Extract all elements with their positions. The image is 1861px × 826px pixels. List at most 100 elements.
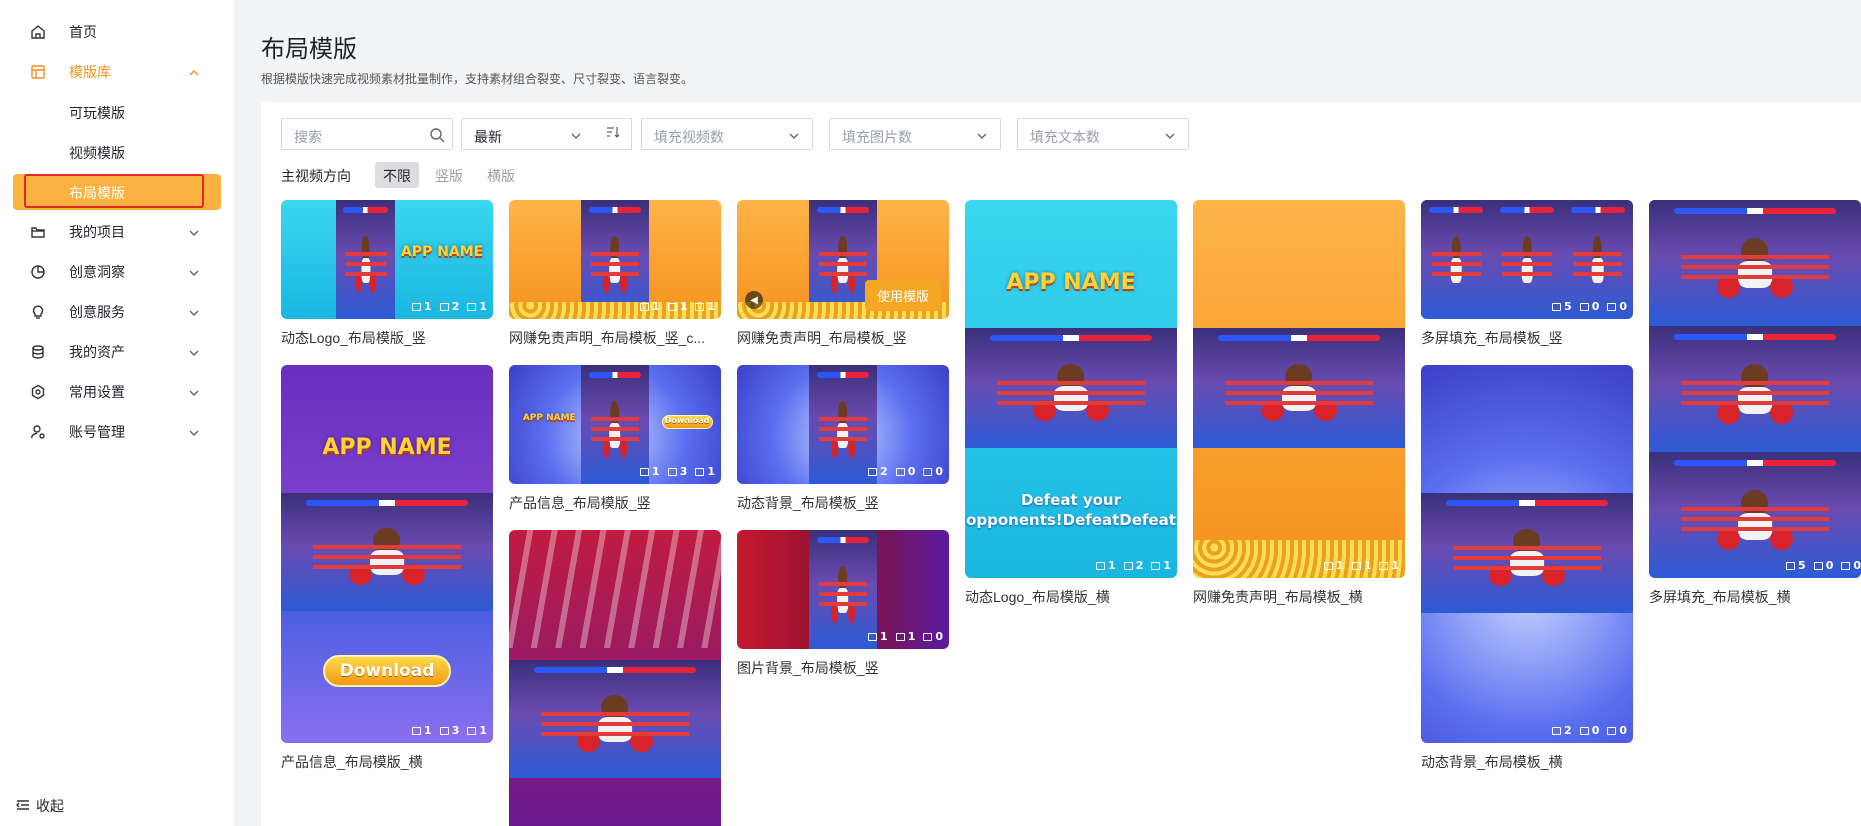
nav-item-label: 创意服务: [69, 304, 125, 320]
template-title: 网赚免责声明_布局模板_竖: [737, 330, 907, 346]
template-thumbnail: APP NAME Defeat your opponents!DefeatDef…: [965, 200, 1177, 578]
search-input[interactable]: 搜索: [281, 118, 453, 150]
template-stats: 2 0 0: [868, 465, 943, 478]
nav-item-creative-service[interactable]: 创意服务: [0, 292, 236, 332]
nav-item-label: 创意洞察: [69, 264, 125, 280]
mute-icon[interactable]: ◀: [745, 291, 763, 309]
video-count-select[interactable]: 填充视频数: [641, 118, 813, 150]
nav-item-my-projects[interactable]: 我的项目: [0, 212, 236, 252]
text-count: 1: [479, 724, 487, 737]
video-count: 5: [1798, 559, 1806, 572]
orientation-option-landscape[interactable]: 横版: [479, 162, 523, 188]
video-count: 2: [880, 465, 888, 478]
nav-item-label: 我的资产: [69, 344, 125, 360]
template-title: 动态背景_布局模板_横: [1421, 754, 1563, 770]
template-thumbnail: 1 1 1: [1193, 200, 1405, 578]
sort-icon: [605, 124, 621, 145]
search-placeholder: 搜索: [294, 129, 322, 145]
chevron-down-icon: [976, 129, 988, 141]
database-icon: [28, 342, 48, 362]
sort-select[interactable]: 最新: [461, 118, 595, 150]
video-count: 2: [1564, 724, 1572, 737]
image-count: 2: [1135, 559, 1144, 572]
user-settings-icon: [28, 422, 48, 442]
text-count: 0: [1619, 724, 1627, 737]
nav-item-template-library[interactable]: 模版库: [0, 52, 236, 92]
orientation-option-any[interactable]: 不限: [375, 162, 419, 188]
template-title: 动态Logo_布局模版_竖: [281, 330, 426, 346]
app-name-overlay: APP NAME: [400, 244, 484, 260]
image-count: 0: [1591, 300, 1600, 313]
download-overlay: Download: [323, 655, 451, 687]
video-count: 5: [1564, 300, 1572, 313]
text-count: 1: [707, 465, 715, 478]
video-count: 1: [880, 630, 888, 643]
template-title: 动态Logo_布局模版_横: [965, 589, 1110, 605]
template-stats: 1 3 1: [412, 724, 487, 737]
sub-item-layout-template[interactable]: 布局模版: [13, 174, 221, 210]
image-count: 0: [1591, 724, 1600, 737]
template-stats: 1 2 1: [1096, 559, 1171, 572]
template-thumbnail: APP NAME 1 2 1: [281, 200, 493, 319]
chevron-down-icon: [570, 129, 582, 141]
nav-item-label: 我的项目: [69, 224, 125, 240]
page-title: 布局模版: [261, 36, 357, 63]
image-count: 1: [679, 300, 688, 313]
image-count: 0: [1825, 559, 1834, 572]
chevron-down-icon: [188, 226, 200, 238]
nav-item-my-assets[interactable]: 我的资产: [0, 332, 236, 372]
chevron-down-icon: [1164, 129, 1176, 141]
nav-item-settings[interactable]: 常用设置: [0, 372, 236, 412]
lightbulb-icon: [28, 302, 48, 322]
text-count-select[interactable]: 填充文本数: [1017, 118, 1189, 150]
template-thumbnail: 1 1 0: [737, 530, 949, 649]
sort-order-button[interactable]: [594, 118, 632, 150]
template-title: 多屏填充_布局模板_竖: [1421, 330, 1563, 346]
nav-item-creative-insight[interactable]: 创意洞察: [0, 252, 236, 292]
nav-item-label: 账号管理: [69, 424, 125, 440]
sub-item-video-template[interactable]: 视频模版: [0, 132, 236, 170]
search-icon[interactable]: [428, 126, 446, 144]
image-count: 2: [451, 300, 460, 313]
folder-icon: [28, 222, 48, 242]
orientation-option-portrait[interactable]: 竖版: [427, 162, 471, 188]
video-count: 1: [424, 300, 432, 313]
text-count-placeholder: 填充文本数: [1030, 129, 1100, 145]
collapse-button[interactable]: 收起: [16, 796, 64, 816]
template-thumbnail: [509, 530, 721, 826]
nav-item-account[interactable]: 账号管理: [0, 412, 236, 452]
template-thumbnail: APP NAME Download 1 3 1: [509, 365, 721, 484]
template-stats: 1 1 1: [1324, 559, 1399, 572]
defeat-text-overlay: Defeat your opponents!DefeatDefeat: [966, 491, 1176, 529]
text-count: 1: [707, 300, 715, 313]
image-count: 1: [907, 630, 916, 643]
image-count-select[interactable]: 填充图片数: [829, 118, 1001, 150]
nav-item-label: 首页: [69, 24, 97, 40]
page-description: 根据模版快速完成视频素材批量制作，支持素材组合裂变、尺寸裂变、语言裂变。: [261, 72, 694, 86]
video-count: 1: [1336, 559, 1344, 572]
settings-icon: [28, 382, 48, 402]
chevron-down-icon: [188, 346, 200, 358]
nav-item-home[interactable]: 首页: [0, 12, 236, 52]
template-stats: 5 0 0: [1786, 559, 1861, 572]
template-thumbnail: 2 0 0: [1421, 365, 1633, 743]
sub-item-label: 可玩模版: [69, 105, 125, 121]
sidebar: 首页 模版库 可玩模版 视频模版 布局模版 我的项目 创意洞察 创意服务 我的资…: [0, 0, 236, 826]
template-stats: 1 1 0: [868, 630, 943, 643]
text-count: 1: [1163, 559, 1171, 572]
template-stats: 1 3 1: [640, 465, 715, 478]
template-thumbnail: 2 0 0: [737, 365, 949, 484]
orientation-label: 主视频方向: [281, 168, 351, 184]
use-template-button[interactable]: 使用模版: [864, 280, 941, 311]
sub-item-label: 布局模版: [69, 185, 125, 201]
image-count: 1: [1363, 559, 1372, 572]
download-overlay: Download: [661, 415, 713, 429]
image-count: 3: [451, 724, 460, 737]
pie-chart-icon: [28, 262, 48, 282]
app-name-overlay: APP NAME: [322, 435, 452, 460]
template-thumbnail: 5 0 0: [1649, 200, 1861, 578]
text-count: 0: [1853, 559, 1861, 572]
sub-item-playable-template[interactable]: 可玩模版: [0, 92, 236, 130]
image-count: 0: [907, 465, 916, 478]
chevron-up-icon: [188, 66, 200, 78]
